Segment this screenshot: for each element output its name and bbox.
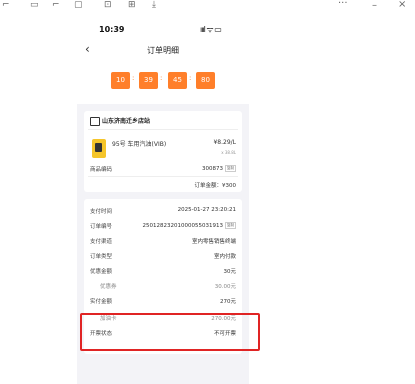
order-amount-row: 订单金额：¥300 <box>90 181 237 191</box>
timer-colon: : <box>160 74 163 82</box>
copy-icon[interactable]: ▢ <box>74 0 83 10</box>
detail-row: 支付渠道 室内零售销售终端 <box>90 239 236 245</box>
countdown-timer: 10 : 39 : 45 : 80 <box>77 64 249 104</box>
divider <box>88 176 238 177</box>
top-toolbar: ⌐ ▭ ⌐ ▢ ⊡ ⊞ ⤓ ··· – × <box>0 0 415 14</box>
scan-icon[interactable]: ⊡ <box>104 0 112 10</box>
detail-row: 优惠金额 30元 <box>90 269 236 275</box>
download-icon[interactable]: ⤓ <box>152 0 156 10</box>
product-code-value: 300873 复制 <box>202 165 236 172</box>
highlight-box <box>80 313 260 351</box>
product-code-label: 商品编码 <box>90 167 113 173</box>
detail-row: 订单类型 室内付款 <box>90 254 236 260</box>
timer-ms: 80 <box>196 72 215 89</box>
minimize-icon[interactable]: – <box>372 0 377 11</box>
timer-colon: : <box>189 74 192 82</box>
timer-colon: : <box>132 74 135 82</box>
product-card: 山东济南迁乡店站 95号 车用汽油(VIB) ¥8.29/L x 38.8L 商… <box>84 111 242 192</box>
detail-row: 实付金额 270元 <box>90 299 236 305</box>
timer-hours: 10 <box>111 72 130 89</box>
order-amount: 订单金额：¥300 <box>194 183 237 189</box>
selection-icon[interactable]: ⌐ <box>2 0 10 10</box>
detail-row: 优惠券 30.00元 <box>100 284 236 290</box>
fuel-price: ¥8.29/L <box>213 139 236 146</box>
detail-row: 订单编号 25012823201000055031913 复制 <box>90 222 236 230</box>
nav-bar: ‹ 订单明细 <box>77 40 249 64</box>
detail-row: 支付时间 2025-01-27 23:20:21 <box>90 207 236 215</box>
fuel-icon <box>92 139 106 158</box>
divider <box>88 129 238 130</box>
status-bar: 10:39 ıııl ᯤ ▭ <box>77 18 249 40</box>
page-title: 订单明细 <box>147 46 179 55</box>
signal-wifi-battery-icon: ıııl ᯤ ▭ <box>200 25 222 34</box>
fuel-quantity: x 38.8L <box>221 150 236 155</box>
more-icon[interactable]: ··· <box>338 0 348 9</box>
close-icon[interactable]: × <box>398 0 406 10</box>
copy-button[interactable]: 复制 <box>225 165 236 172</box>
store-icon <box>90 117 100 126</box>
qr-icon[interactable]: ⊞ <box>128 0 136 10</box>
timer-seconds: 45 <box>168 72 187 89</box>
fuel-name: 95号 车用汽油(VIB) <box>112 141 167 148</box>
store-name: 山东济南迁乡店站 <box>102 118 151 125</box>
timer-minutes: 39 <box>139 72 158 89</box>
window-icon[interactable]: ▭ <box>30 0 39 10</box>
status-time: 10:39 <box>99 25 125 34</box>
copy-button[interactable]: 复制 <box>225 222 236 229</box>
crop-icon[interactable]: ⌐ <box>52 0 60 10</box>
product-code-row: 商品编码 300873 复制 <box>90 165 236 175</box>
